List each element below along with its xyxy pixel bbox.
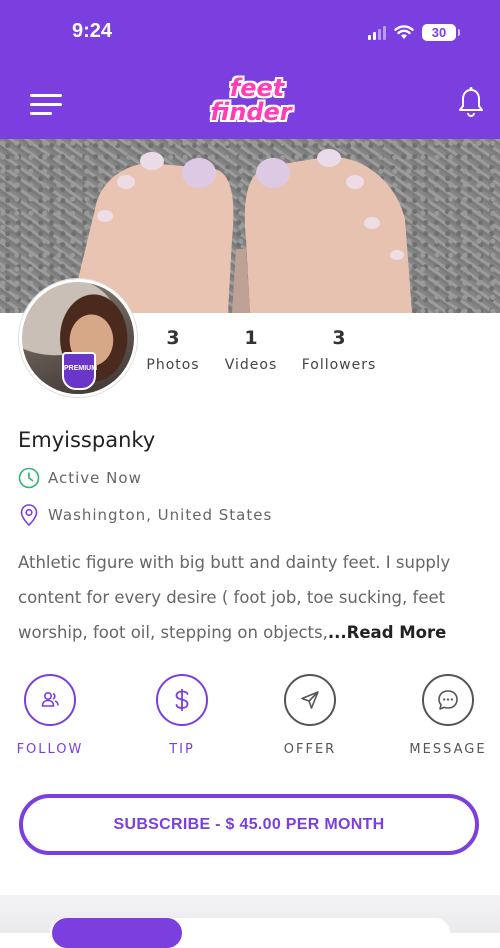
follow-button[interactable]: FOLLOW bbox=[0, 674, 100, 757]
users-icon bbox=[24, 674, 76, 726]
menu-icon[interactable] bbox=[30, 94, 62, 116]
logo-text-top: feet bbox=[229, 74, 285, 102]
profile-username: Emyisspanky bbox=[18, 428, 156, 452]
location-pin-icon bbox=[20, 504, 38, 527]
premium-badge: PREMIUM bbox=[62, 352, 97, 390]
feetfinder-logo[interactable]: feet finder bbox=[205, 76, 297, 132]
send-icon bbox=[284, 674, 336, 726]
stat-videos-label: Videos bbox=[224, 357, 278, 373]
clock-icon bbox=[18, 467, 40, 489]
stat-photos[interactable]: 3 Photos bbox=[140, 327, 206, 373]
message-button[interactable]: MESSAGE bbox=[398, 674, 498, 757]
profile-avatar[interactable]: PREMIUM bbox=[19, 279, 137, 397]
bio-line-text: worship, foot oil, stepping on objects, bbox=[18, 623, 328, 642]
app-header: feet finder bbox=[0, 64, 500, 139]
status-bar: 9:24 30 bbox=[0, 0, 500, 64]
battery-icon: 30 bbox=[422, 24, 460, 41]
status-icons: 30 bbox=[368, 24, 460, 41]
profile-bio: Athletic figure with big butt and dainty… bbox=[18, 545, 488, 650]
offer-label: OFFER bbox=[283, 742, 337, 757]
activity-status: Active Now bbox=[18, 467, 142, 489]
stat-followers[interactable]: 3 Followers bbox=[298, 327, 380, 373]
bio-line: worship, foot oil, stepping on objects,.… bbox=[18, 615, 488, 650]
content-tab-active[interactable] bbox=[52, 918, 182, 948]
location-text: Washington, United States bbox=[48, 506, 273, 524]
stat-videos[interactable]: 1 Videos bbox=[220, 327, 282, 373]
stat-photos-count: 3 bbox=[166, 327, 180, 349]
follow-label: FOLLOW bbox=[16, 742, 84, 757]
bio-line: Athletic figure with big butt and dainty… bbox=[18, 553, 451, 572]
subscribe-button[interactable]: SUBSCRIBE - $ 45.00 PER MONTH bbox=[19, 794, 479, 855]
activity-text: Active Now bbox=[48, 469, 142, 487]
bio-line: content for every desire ( foot job, toe… bbox=[18, 588, 446, 607]
stat-videos-count: 1 bbox=[244, 327, 258, 349]
location: Washington, United States bbox=[18, 503, 272, 527]
logo-text-bottom: finder bbox=[210, 98, 292, 126]
stat-photos-label: Photos bbox=[146, 357, 200, 373]
tip-button[interactable]: TIP bbox=[132, 674, 232, 757]
tip-label: TIP bbox=[169, 742, 195, 757]
bell-icon[interactable] bbox=[456, 86, 486, 118]
profile-stats: 3 Photos 1 Videos 3 Followers bbox=[140, 327, 400, 387]
dollar-icon bbox=[156, 674, 208, 726]
status-time: 9:24 bbox=[72, 20, 113, 42]
stat-followers-label: Followers bbox=[301, 357, 377, 373]
message-label: MESSAGE bbox=[409, 742, 487, 757]
stat-followers-count: 3 bbox=[332, 327, 346, 349]
wifi-icon bbox=[394, 25, 414, 39]
signal-icon bbox=[368, 25, 386, 40]
read-more-link[interactable]: ...Read More bbox=[328, 623, 446, 642]
chat-icon bbox=[422, 674, 474, 726]
offer-button[interactable]: OFFER bbox=[260, 674, 360, 757]
